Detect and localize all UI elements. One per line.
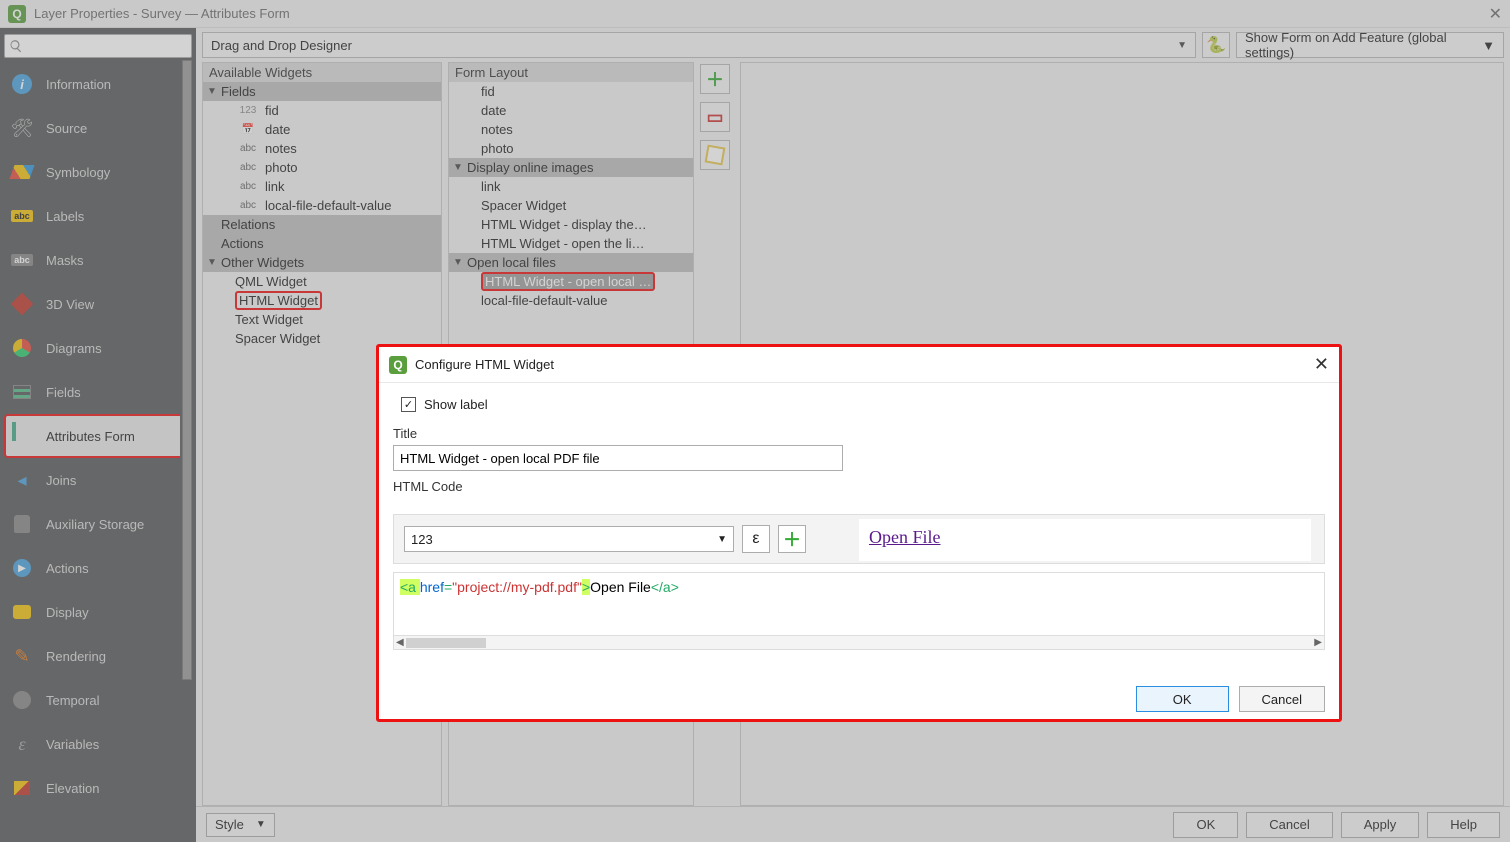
scroll-left-icon: ◀ (396, 637, 404, 648)
chevron-down-icon: ▼ (717, 534, 727, 545)
preview-link[interactable]: Open File (869, 527, 941, 547)
html-preview: Open File (859, 519, 1311, 561)
configure-html-widget-dialog: Q Configure HTML Widget ✕ ✓ Show label T… (376, 344, 1342, 722)
plus-icon: ＋ (783, 526, 801, 552)
qgis-icon: Q (389, 356, 407, 374)
title-label: Title (393, 426, 1325, 441)
code-scrollbar[interactable]: ◀ ▶ (394, 635, 1324, 649)
html-code-editor[interactable]: <a href="project://my-pdf.pdf">Open File… (393, 572, 1325, 650)
scroll-right-icon: ▶ (1314, 637, 1322, 648)
epsilon-icon: ε (752, 530, 759, 548)
dialog-title: Configure HTML Widget (415, 357, 1306, 372)
dialog-titlebar: Q Configure HTML Widget ✕ (379, 347, 1339, 383)
insert-expression-button[interactable]: ＋ (778, 525, 806, 553)
dialog-footer: OK Cancel (379, 679, 1339, 719)
combo-value: 123 (411, 532, 433, 547)
checkbox-icon: ✓ (401, 397, 416, 412)
expression-combo[interactable]: 123 ▼ (404, 526, 734, 552)
ok-button[interactable]: OK (1136, 686, 1229, 712)
show-label-checkbox[interactable]: ✓ Show label (401, 397, 1325, 412)
html-code-label: HTML Code (393, 479, 1325, 494)
close-icon[interactable]: ✕ (1314, 354, 1329, 375)
checkbox-label: Show label (424, 397, 488, 412)
expression-editor-button[interactable]: ε (742, 525, 770, 553)
cancel-button[interactable]: Cancel (1239, 686, 1325, 712)
title-input[interactable] (393, 445, 843, 471)
